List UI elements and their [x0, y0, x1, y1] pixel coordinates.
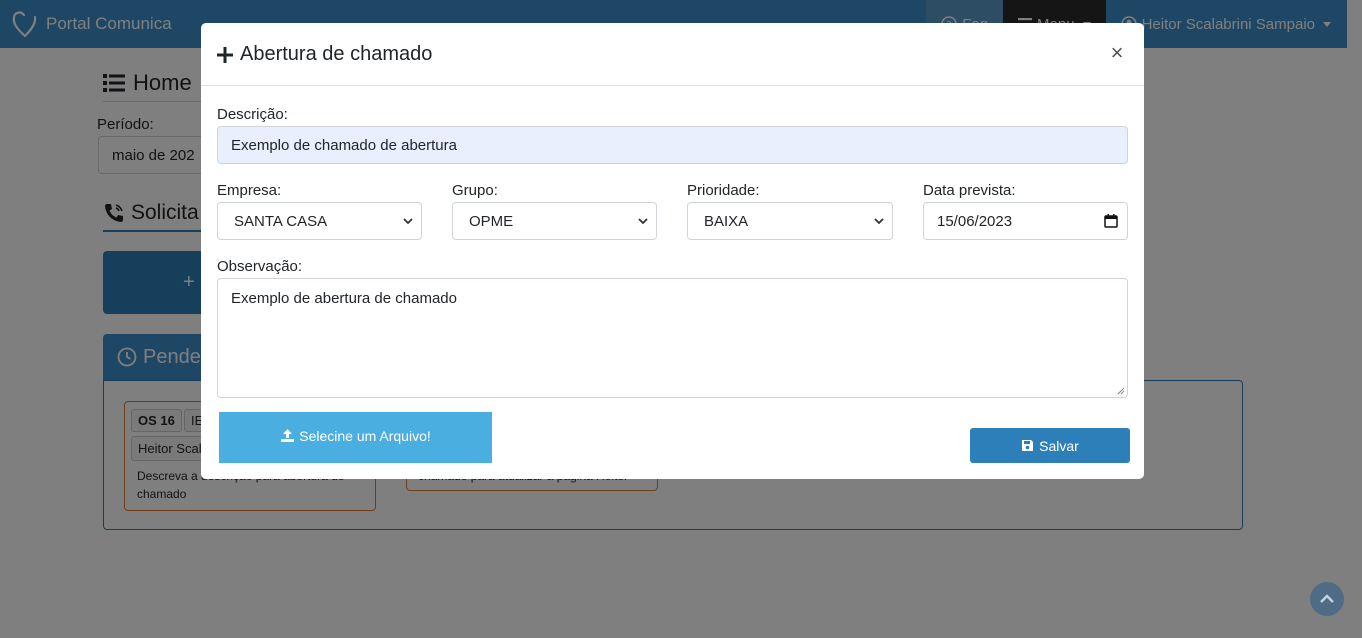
save-label: Salvar [1039, 437, 1079, 454]
scrollbar[interactable] [1347, 0, 1362, 638]
grupo-value: OPME [469, 212, 514, 230]
prioridade-label: Prioridade: [687, 182, 760, 199]
observacao-label: Observação: [217, 258, 303, 275]
grupo-label: Grupo: [452, 182, 498, 199]
floppy-disk-icon [1022, 440, 1034, 451]
resize-handle-icon[interactable] [1117, 387, 1125, 395]
data-prevista-value: 15/06/2023 [937, 212, 1013, 230]
observacao-textarea[interactable]: Exemplo de abertura de chamado [217, 278, 1128, 398]
observacao-value: Exemplo de abertura de chamado [231, 290, 457, 307]
data-prevista-label: Data prevista: [923, 182, 1016, 199]
calendar-icon[interactable] [1104, 214, 1118, 228]
select-file-label: Selecine um Arquivo! [299, 427, 431, 444]
select-file-button[interactable]: Selecine um Arquivo! [219, 412, 492, 463]
chevron-down-icon [403, 218, 413, 225]
plus-icon [217, 46, 233, 63]
empresa-label: Empresa: [217, 182, 282, 199]
chevron-down-icon [638, 218, 648, 225]
prioridade-select[interactable]: BAIXA [687, 202, 893, 240]
modal-title: Abertura de chamado [217, 43, 432, 66]
close-icon[interactable]: × [1106, 39, 1128, 67]
descricao-label: Descrição: [217, 106, 288, 123]
prioridade-value: BAIXA [704, 212, 749, 230]
open-ticket-modal: Abertura de chamado × Descrição: Exemplo… [201, 23, 1144, 479]
chevron-up-icon [1320, 594, 1334, 603]
descricao-input[interactable]: Exemplo de chamado de abertura [217, 126, 1128, 164]
scroll-to-top-button[interactable] [1310, 582, 1344, 616]
chevron-down-icon [874, 218, 884, 225]
data-prevista-input[interactable]: 15/06/2023 [923, 202, 1128, 240]
empresa-select[interactable]: SANTA CASA [217, 202, 422, 240]
grupo-select[interactable]: OPME [452, 202, 657, 240]
modal-header: Abertura de chamado × [201, 23, 1144, 86]
save-button[interactable]: Salvar [970, 428, 1130, 463]
empresa-value: SANTA CASA [234, 212, 328, 230]
modal-title-text: Abertura de chamado [240, 43, 433, 65]
upload-icon [281, 429, 295, 442]
